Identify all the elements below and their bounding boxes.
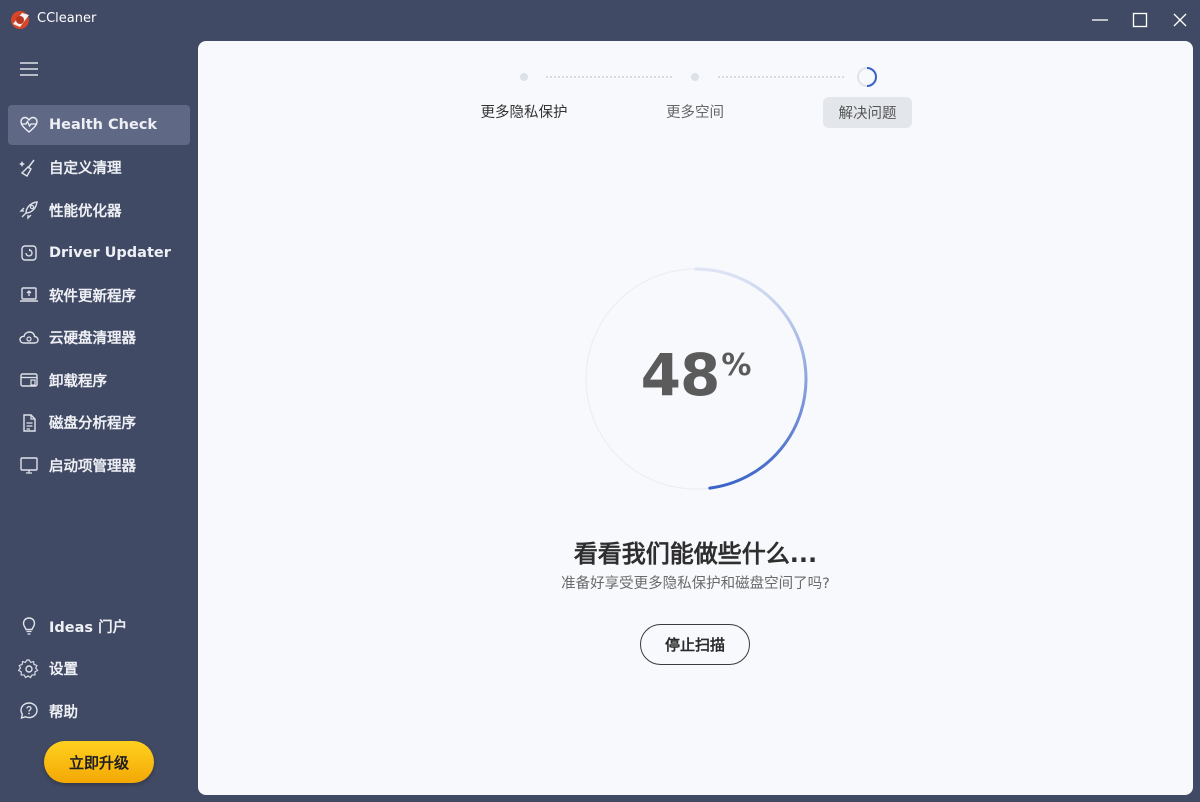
sidebar-item-settings[interactable]: 设置 <box>8 649 190 689</box>
progress-unit: % <box>721 348 752 383</box>
sidebar-item-label: 磁盘分析程序 <box>49 416 136 432</box>
minimize-icon <box>1092 19 1108 21</box>
sidebar-item-label: 卸载程序 <box>49 373 107 390</box>
close-button[interactable] <box>1162 5 1198 35</box>
sidebar-item-help[interactable]: 帮助 <box>8 691 190 731</box>
sidebar-item-disk-analyzer[interactable]: 磁盘分析程序 <box>8 403 190 443</box>
software-update-icon <box>18 284 40 306</box>
step-dot-privacy <box>520 73 528 81</box>
sidebar-item-label: Ideas 门户 <box>49 619 128 636</box>
sidebar-item-uninstaller[interactable]: 卸载程序 <box>8 360 190 400</box>
hamburger-icon <box>20 62 38 76</box>
step-label-privacy: 更多隐私保护 <box>480 105 568 121</box>
ccleaner-logo-icon <box>9 9 33 31</box>
sidebar-item-label: 启动项管理器 <box>49 458 136 475</box>
sidebar-item-cloud-drive-cleaner[interactable]: 云硬盘清理器 <box>8 318 190 358</box>
sidebar-item-label: 自定义清理 <box>49 161 122 177</box>
app-title: CCleaner <box>37 11 97 26</box>
sidebar-item-custom-clean[interactable]: 自定义清理 <box>8 148 190 188</box>
sidebar-item-startup-manager[interactable]: 启动项管理器 <box>8 445 190 485</box>
progress-stepper: 更多隐私保护 更多空间 解决问题 <box>198 41 1193 141</box>
scan-subline: 准备好享受更多隐私保护和磁盘空间了吗? <box>561 576 830 592</box>
sidebar-item-label: 设置 <box>49 662 78 678</box>
maximize-icon <box>1132 12 1148 28</box>
sidebar-item-label: Driver Updater <box>49 244 171 261</box>
progress-percentage: 48% <box>582 341 810 409</box>
sidebar-item-health-check[interactable]: Health Check <box>8 105 190 145</box>
sidebar-item-label: 软件更新程序 <box>49 288 136 305</box>
step-label-space: 更多空间 <box>666 105 724 121</box>
close-icon <box>1173 13 1187 27</box>
sidebar-item-label: 帮助 <box>49 704 78 721</box>
sidebar-bottom-nav: Ideas 门户 设置 帮助 <box>8 606 190 734</box>
sidebar-nav: Health Check 自定义清理 性能优化器 Driver Updater … <box>8 105 190 488</box>
sidebar-item-ideas-portal[interactable]: Ideas 门户 <box>8 606 190 646</box>
step-label-fix-issues: 解决问题 <box>823 97 912 128</box>
sidebar-item-label: 云硬盘清理器 <box>49 331 136 347</box>
maximize-button[interactable] <box>1122 5 1158 35</box>
scan-headline: 看看我们能做些什么... <box>573 540 818 568</box>
startup-monitor-icon <box>18 454 40 476</box>
upgrade-now-button[interactable]: 立即升级 <box>44 741 154 783</box>
rocket-icon <box>18 199 40 221</box>
step-connector <box>718 76 844 78</box>
step-dot-space <box>691 73 699 81</box>
stop-scan-button[interactable]: 停止扫描 <box>640 624 750 665</box>
help-icon <box>18 700 40 722</box>
heart-pulse-icon <box>18 114 40 136</box>
sidebar-item-label: 性能优化器 <box>49 203 122 220</box>
sidebar-item-driver-updater[interactable]: Driver Updater <box>8 233 190 273</box>
broom-icon <box>18 157 40 179</box>
driver-chip-icon <box>18 242 40 264</box>
step-spinner-icon <box>857 67 877 87</box>
lightbulb-icon <box>18 615 40 637</box>
sidebar-item-performance-optimizer[interactable]: 性能优化器 <box>8 190 190 230</box>
sidebar-item-software-updater[interactable]: 软件更新程序 <box>8 275 190 315</box>
disk-analyzer-icon <box>18 412 40 434</box>
title-bar: CCleaner <box>0 0 1200 40</box>
progress-value: 48 <box>640 341 721 409</box>
cloud-cleaner-icon <box>18 327 40 349</box>
gear-icon <box>18 658 40 680</box>
hamburger-menu-button[interactable] <box>17 58 41 80</box>
uninstall-icon <box>18 369 40 391</box>
step-connector <box>546 76 672 78</box>
minimize-button[interactable] <box>1082 5 1118 35</box>
sidebar-item-label: Health Check <box>49 117 158 133</box>
main-panel: 更多隐私保护 更多空间 解决问题 48% 看看我们能做些什么... 准备好享受更… <box>198 41 1193 795</box>
